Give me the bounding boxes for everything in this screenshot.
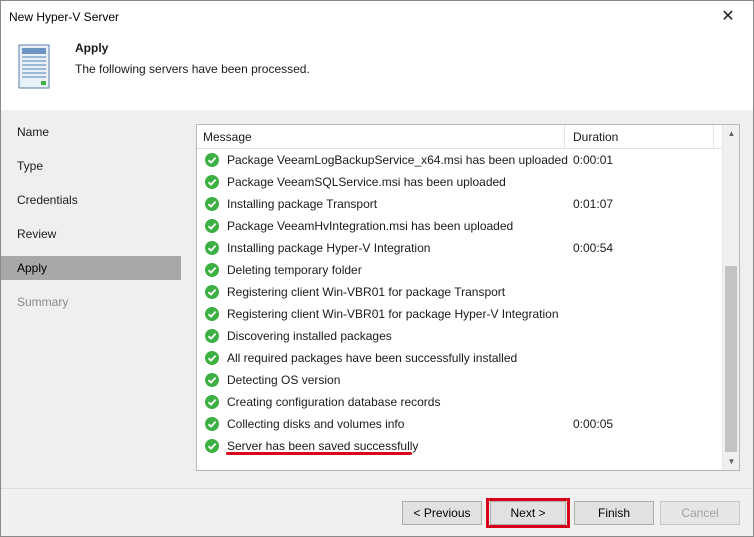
log-message: Package VeeamLogBackupService_x64.msi ha… <box>227 153 568 167</box>
log-message: Package VeeamSQLService.msi has been upl… <box>227 175 506 189</box>
wizard-window: New Hyper-V Server ✕ Apply The following… <box>0 0 754 537</box>
log-row: Creating configuration database records <box>197 391 722 413</box>
log-message: Registering client Win-VBR01 for package… <box>227 307 559 321</box>
wizard-steps: Name Type Credentials Review Apply Summa… <box>1 110 181 488</box>
step-review[interactable]: Review <box>1 222 181 246</box>
log-message: All required packages have been successf… <box>227 351 518 365</box>
log-row: Package VeeamHvIntegration.msi has been … <box>197 215 722 237</box>
scroll-down-arrow-icon[interactable]: ▼ <box>723 453 740 470</box>
log-message: Creating configuration database records <box>227 395 441 409</box>
log-row: Detecting OS version <box>197 369 722 391</box>
log-row: Installing package Hyper-V Integration 0… <box>197 237 722 259</box>
log-message: Installing package Transport <box>227 197 378 211</box>
log-duration: 0:00:01 <box>573 153 614 167</box>
red-underline-annotation <box>226 452 412 455</box>
log-row: Registering client Win-VBR01 for package… <box>197 303 722 325</box>
success-check-icon <box>205 175 219 189</box>
success-check-icon <box>205 439 219 453</box>
log-duration: 0:00:05 <box>573 417 614 431</box>
step-apply[interactable]: Apply <box>1 256 181 280</box>
wizard-header: Apply The following servers have been pr… <box>1 32 753 110</box>
step-type[interactable]: Type <box>1 154 181 178</box>
step-credentials[interactable]: Credentials <box>1 188 181 212</box>
log-row: Package VeeamSQLService.msi has been upl… <box>197 171 722 193</box>
next-button-highlight-annotation <box>486 498 570 528</box>
scroll-up-arrow-icon[interactable]: ▲ <box>723 125 740 142</box>
success-check-icon <box>205 417 219 431</box>
log-duration: 0:00:54 <box>573 241 614 255</box>
success-check-icon <box>205 241 219 255</box>
column-message[interactable]: Message <box>197 125 565 149</box>
page-title: Apply <box>75 41 109 55</box>
success-check-icon <box>205 285 219 299</box>
success-check-icon <box>205 373 219 387</box>
log-row: Deleting temporary folder <box>197 259 722 281</box>
log-row: All required packages have been successf… <box>197 347 722 369</box>
log-grid: Message Duration Package VeeamLogBackupS… <box>196 124 740 471</box>
log-message: Detecting OS version <box>227 373 341 387</box>
previous-button[interactable]: < Previous <box>402 501 482 525</box>
finish-button[interactable]: Finish <box>574 501 654 525</box>
log-message: Package VeeamHvIntegration.msi has been … <box>227 219 514 233</box>
success-check-icon <box>205 395 219 409</box>
success-check-icon <box>205 219 219 233</box>
step-name[interactable]: Name <box>1 120 181 144</box>
success-check-icon <box>205 329 219 343</box>
log-scrollbar[interactable]: ▲ ▼ <box>722 125 739 470</box>
log-row: Installing package Transport 0:01:07 <box>197 193 722 215</box>
log-row: Collecting disks and volumes info 0:00:0… <box>197 413 722 435</box>
log-message: Registering client Win-VBR01 for package… <box>227 285 506 299</box>
log-row: Discovering installed packages <box>197 325 722 347</box>
success-check-icon <box>205 307 219 321</box>
log-duration: 0:01:07 <box>573 197 614 211</box>
log-message: Collecting disks and volumes info <box>227 417 405 431</box>
success-check-icon <box>205 263 219 277</box>
success-check-icon <box>205 351 219 365</box>
success-check-icon <box>205 153 219 167</box>
log-row: Package VeeamLogBackupService_x64.msi ha… <box>197 149 722 171</box>
log-message: Discovering installed packages <box>227 329 392 343</box>
server-document-icon <box>18 44 50 89</box>
success-check-icon <box>205 197 219 211</box>
cancel-button: Cancel <box>660 501 740 525</box>
window-title: New Hyper-V Server <box>9 10 120 24</box>
scroll-thumb[interactable] <box>725 266 737 452</box>
log-row: Registering client Win-VBR01 for package… <box>197 281 722 303</box>
log-grid-header: Message Duration <box>197 125 722 149</box>
step-summary: Summary <box>17 295 69 309</box>
log-rows: Package VeeamLogBackupService_x64.msi ha… <box>197 149 722 457</box>
log-message: Deleting temporary folder <box>227 263 362 277</box>
title-bar: New Hyper-V Server ✕ <box>1 1 753 32</box>
page-subtitle: The following servers have been processe… <box>75 62 310 76</box>
log-message: Installing package Hyper-V Integration <box>227 241 431 255</box>
close-icon[interactable]: ✕ <box>717 6 739 28</box>
column-duration[interactable]: Duration <box>565 125 714 149</box>
